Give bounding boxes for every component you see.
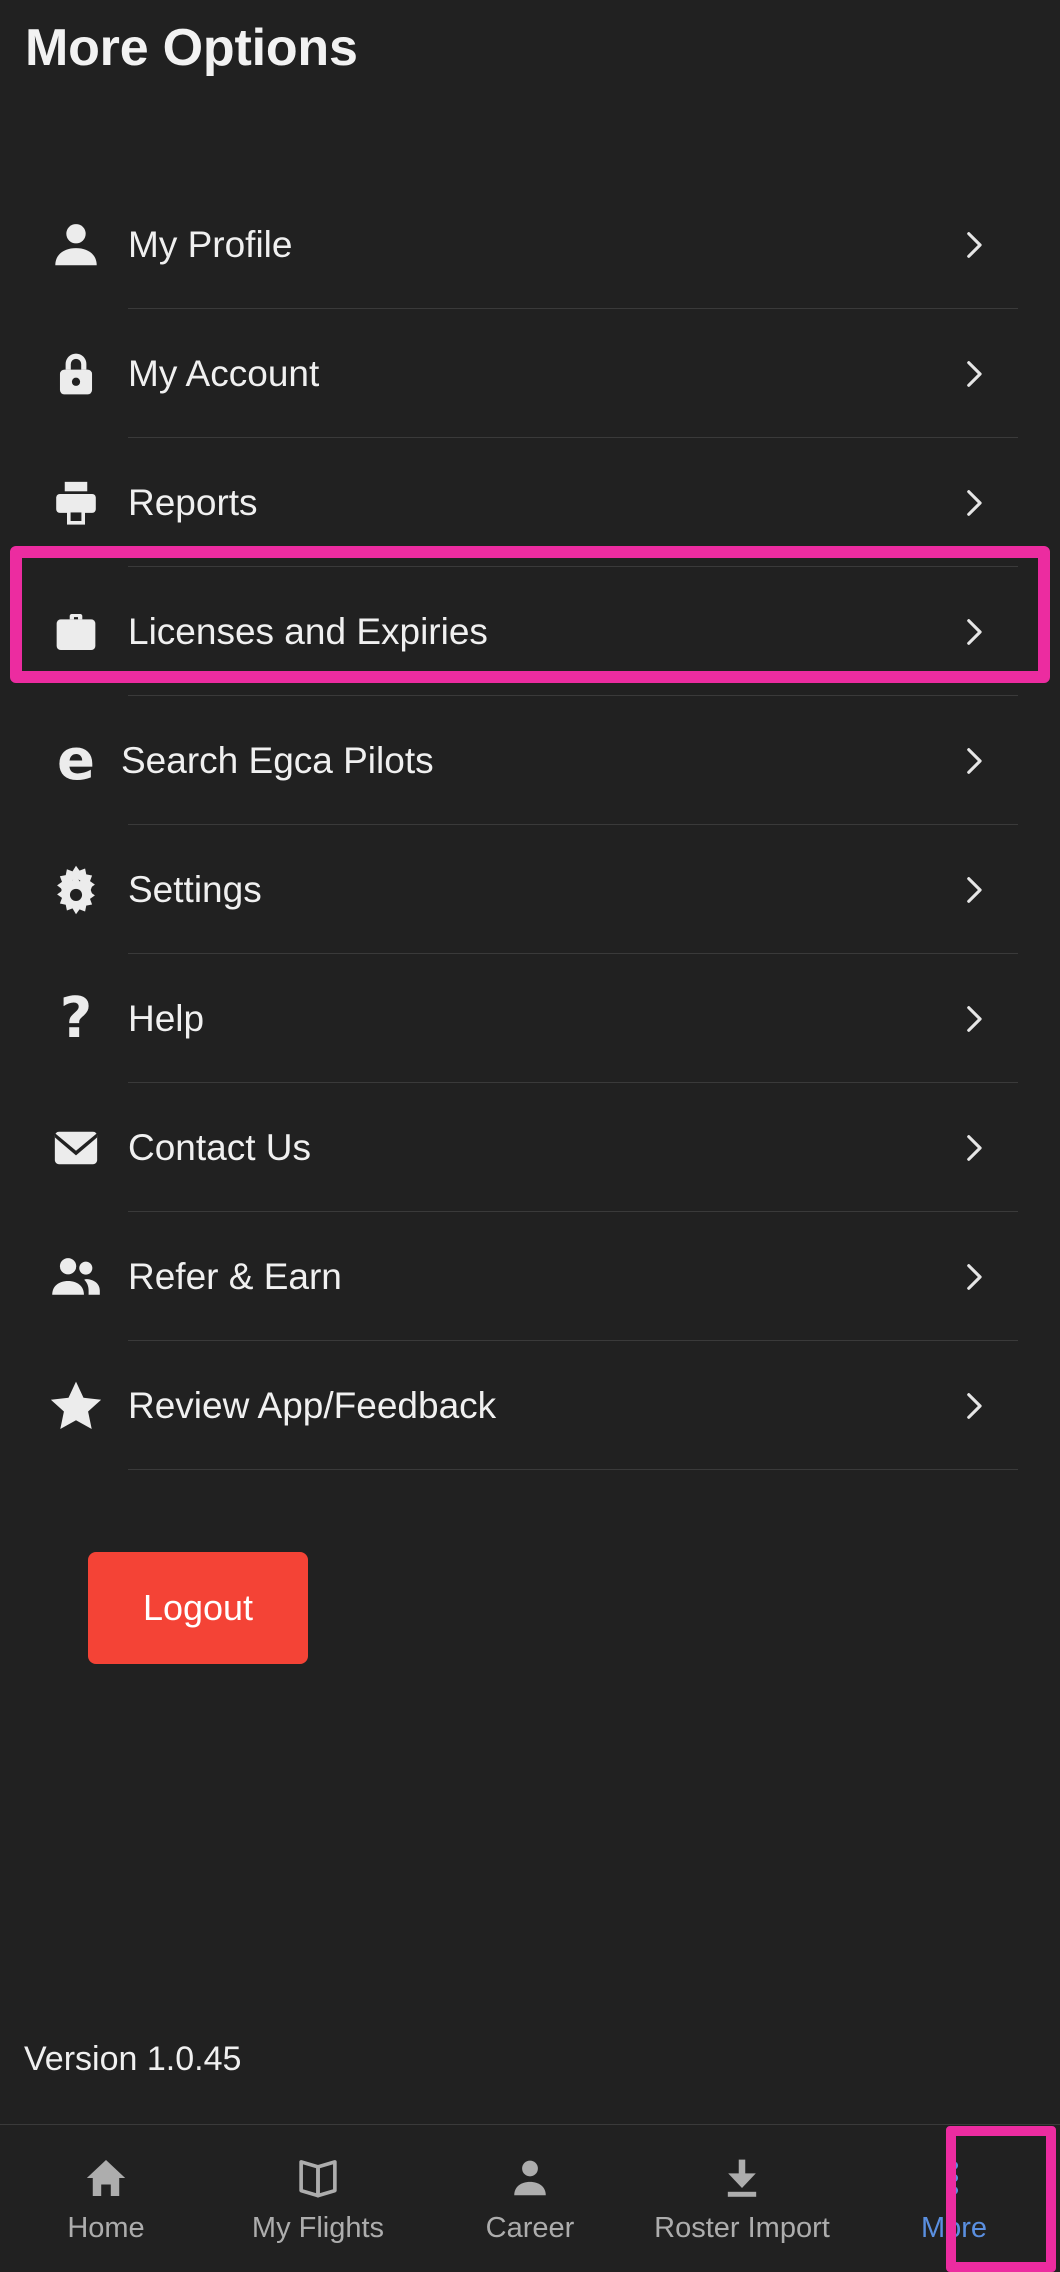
chevron-right-icon bbox=[956, 615, 990, 649]
nav-tab-career[interactable]: Career bbox=[424, 2125, 636, 2272]
menu-item-label: My Account bbox=[128, 352, 320, 394]
person-icon bbox=[506, 2154, 554, 2202]
menu-item-settings[interactable]: Settings bbox=[0, 825, 1060, 954]
home-icon bbox=[82, 2154, 130, 2202]
download-icon bbox=[718, 2154, 766, 2202]
menu-item-label: Search Egca Pilots bbox=[121, 739, 434, 781]
row-divider bbox=[128, 1469, 1018, 1470]
menu-item-label: Help bbox=[128, 997, 205, 1039]
nav-tab-roster-import[interactable]: Roster Import bbox=[636, 2125, 848, 2272]
nav-tab-label: More bbox=[920, 2212, 988, 2244]
chevron-right-icon bbox=[956, 228, 990, 262]
briefcase-icon bbox=[46, 602, 106, 662]
dots-vertical-icon bbox=[930, 2154, 978, 2202]
letter-e-glyph: e bbox=[57, 727, 95, 793]
more-options-screen: More Options My Profile My Account Repor… bbox=[0, 0, 1060, 2272]
star-icon bbox=[46, 1376, 106, 1436]
question-mark-glyph: ? bbox=[59, 985, 93, 1051]
menu-item-label: Contact Us bbox=[128, 1126, 312, 1168]
chevron-right-icon bbox=[956, 1389, 990, 1423]
book-icon bbox=[294, 2154, 342, 2202]
menu-item-my-account[interactable]: My Account bbox=[0, 309, 1060, 438]
lock-icon bbox=[46, 344, 106, 404]
menu-item-licenses-and-expiries[interactable]: Licenses and Expiries bbox=[0, 567, 1060, 696]
printer-icon bbox=[46, 473, 106, 533]
menu-item-label: Settings bbox=[128, 868, 262, 910]
nav-tab-home[interactable]: Home bbox=[0, 2125, 212, 2272]
menu-item-label: Licenses and Expiries bbox=[128, 610, 488, 652]
menu-item-label: Reports bbox=[128, 481, 258, 523]
nav-tab-my-flights[interactable]: My Flights bbox=[212, 2125, 424, 2272]
menu-item-label: My Profile bbox=[128, 223, 293, 265]
nav-tab-label: Roster Import bbox=[654, 2212, 830, 2244]
menu-item-label: Refer & Earn bbox=[128, 1255, 342, 1297]
version-label: Version 1.0.45 bbox=[24, 2040, 242, 2078]
people-icon bbox=[46, 1247, 106, 1307]
question-mark-icon: ? bbox=[46, 989, 106, 1049]
menu-item-help[interactable]: ? Help bbox=[0, 954, 1060, 1083]
menu-item-search-egca-pilots[interactable]: e Search Egca Pilots bbox=[0, 696, 1060, 825]
menu-item-review-app-feedback[interactable]: Review App/Feedback bbox=[0, 1341, 1060, 1470]
chevron-right-icon bbox=[956, 357, 990, 391]
menu-item-label: Review App/Feedback bbox=[128, 1384, 497, 1426]
chevron-right-icon bbox=[956, 744, 990, 778]
menu-item-refer-and-earn[interactable]: Refer & Earn bbox=[0, 1212, 1060, 1341]
person-icon bbox=[46, 215, 106, 275]
nav-tab-more[interactable]: More bbox=[848, 2125, 1060, 2272]
chevron-right-icon bbox=[956, 1002, 990, 1036]
chevron-right-icon bbox=[956, 1131, 990, 1165]
envelope-icon bbox=[46, 1118, 106, 1178]
options-menu-list: My Profile My Account Reports Licenses a… bbox=[0, 180, 1060, 1470]
menu-item-my-profile[interactable]: My Profile bbox=[0, 180, 1060, 309]
logout-button[interactable]: Logout bbox=[88, 1552, 308, 1664]
page-title: More Options bbox=[25, 19, 358, 77]
letter-e-icon: e bbox=[46, 731, 106, 791]
menu-item-reports[interactable]: Reports bbox=[0, 438, 1060, 567]
bottom-navigation-bar: Home My Flights Career Roster Import Mor bbox=[0, 2124, 1060, 2272]
chevron-right-icon bbox=[956, 486, 990, 520]
nav-tab-label: My Flights bbox=[251, 2212, 385, 2244]
gear-icon bbox=[46, 860, 106, 920]
chevron-right-icon bbox=[956, 873, 990, 907]
menu-item-contact-us[interactable]: Contact Us bbox=[0, 1083, 1060, 1212]
chevron-right-icon bbox=[956, 1260, 990, 1294]
nav-tab-label: Home bbox=[67, 2212, 145, 2244]
nav-tab-label: Career bbox=[485, 2212, 575, 2244]
